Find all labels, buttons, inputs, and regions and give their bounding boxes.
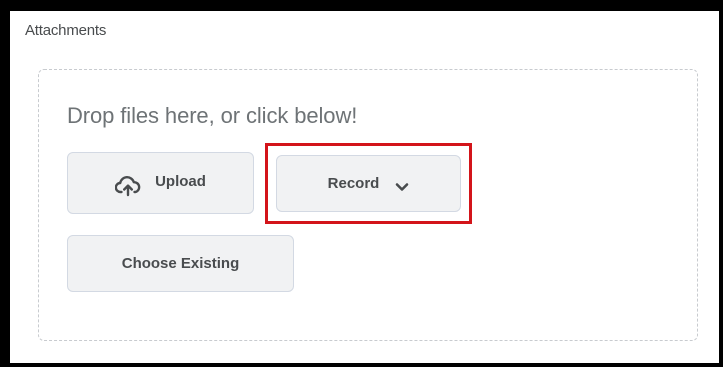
record-highlight-box <box>265 143 472 224</box>
choose-existing-button[interactable]: Choose Existing <box>67 235 294 292</box>
choose-existing-button-label: Choose Existing <box>121 255 240 272</box>
drop-files-prompt: Drop files here, or click below! <box>67 103 358 128</box>
cloud-upload-icon <box>114 175 141 197</box>
attachments-title: Attachments <box>25 22 107 39</box>
upload-button[interactable]: Upload <box>67 152 254 214</box>
upload-button-label: Upload <box>155 172 206 190</box>
